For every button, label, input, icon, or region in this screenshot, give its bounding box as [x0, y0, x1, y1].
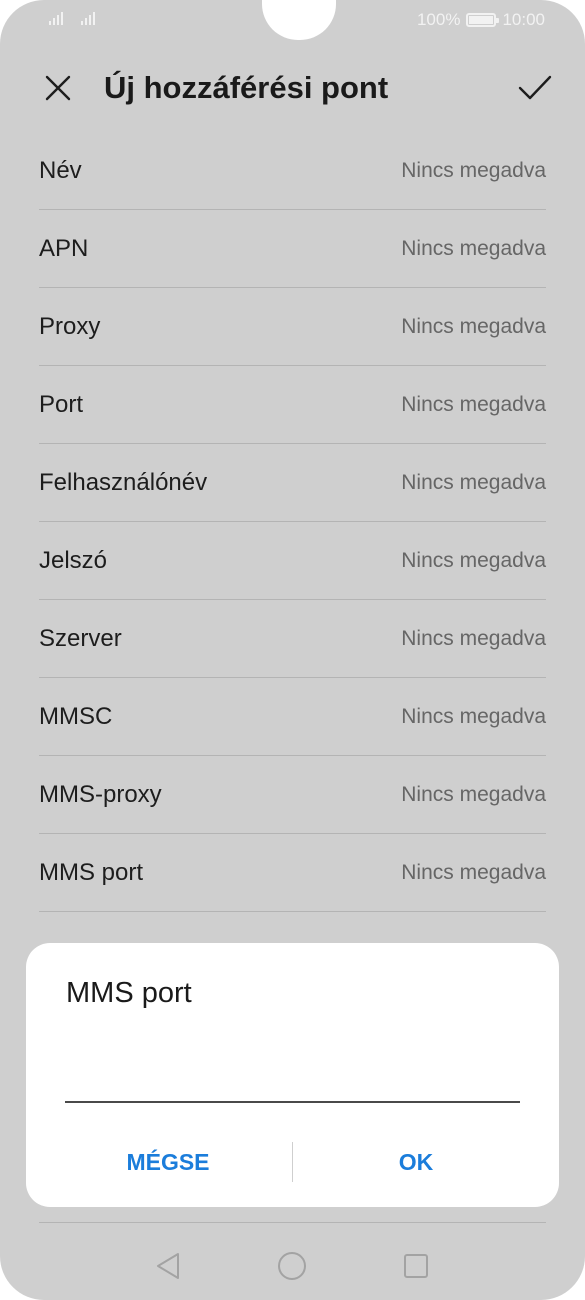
field-value: Nincs megadva [401, 392, 546, 416]
clock: 10:00 [502, 10, 545, 29]
page-title: Új hozzáférési pont [104, 70, 389, 105]
field-value: Nincs megadva [401, 782, 546, 806]
field-value: Nincs megadva [401, 314, 546, 338]
apn-settings-list: Név Nincs megadva APN Nincs megadva Prox… [39, 132, 546, 912]
field-value: Nincs megadva [401, 236, 546, 260]
status-right: 100% 10:00 [417, 10, 545, 30]
signal-icon [80, 10, 100, 26]
confirm-button[interactable] [513, 68, 557, 108]
signal-icon [48, 10, 68, 26]
button-divider [292, 1142, 293, 1182]
list-item[interactable]: Proxy Nincs megadva [39, 288, 546, 366]
home-circle-icon [278, 1252, 306, 1280]
nav-home-button[interactable] [274, 1248, 310, 1284]
list-item[interactable]: APN Nincs megadva [39, 210, 546, 288]
list-item[interactable]: MMS port Nincs megadva [39, 834, 546, 912]
mms-port-input[interactable] [65, 1055, 520, 1099]
app-bar: Új hozzáférési pont [0, 56, 585, 120]
field-label: Proxy [39, 312, 101, 340]
field-value: Nincs megadva [401, 158, 546, 182]
field-value: Nincs megadva [401, 470, 546, 494]
field-value: Nincs megadva [401, 548, 546, 572]
field-label: Jelszó [39, 546, 108, 574]
field-value: Nincs megadva [401, 626, 546, 650]
close-icon [45, 75, 71, 101]
nav-back-button[interactable] [150, 1248, 186, 1284]
field-label: Port [39, 390, 84, 418]
recent-square-icon [404, 1254, 428, 1278]
list-item[interactable]: MMSC Nincs megadva [39, 678, 546, 756]
dialog-title: MMS port [66, 977, 192, 1009]
field-label: MMS port [39, 858, 144, 886]
ok-button[interactable]: OK [296, 1137, 536, 1187]
list-item[interactable]: Név Nincs megadva [39, 132, 546, 210]
list-item[interactable]: Szerver Nincs megadva [39, 600, 546, 678]
field-label: MMS-proxy [39, 780, 162, 808]
field-value: Nincs megadva [401, 860, 546, 884]
check-icon [518, 75, 552, 100]
battery-icon [466, 13, 500, 27]
status-bar: 100% 10:00 [0, 0, 585, 40]
nav-recent-button[interactable] [398, 1248, 434, 1284]
divider [39, 1222, 546, 1223]
list-item[interactable]: MMS-proxy Nincs megadva [39, 756, 546, 834]
input-underline [65, 1101, 520, 1103]
list-item[interactable]: Felhasználónév Nincs megadva [39, 444, 546, 522]
close-button[interactable] [36, 68, 80, 108]
field-value: Nincs megadva [401, 704, 546, 728]
back-triangle-icon [157, 1253, 179, 1279]
battery-percent: 100% [416, 10, 461, 29]
field-label: Felhasználónév [39, 468, 208, 496]
list-item[interactable]: Jelszó Nincs megadva [39, 522, 546, 600]
field-label: MMSC [39, 702, 113, 730]
list-item[interactable]: Port Nincs megadva [39, 366, 546, 444]
cancel-button[interactable]: MÉGSE [48, 1137, 288, 1187]
field-label: Név [39, 156, 82, 184]
mms-port-dialog: MMS port MÉGSE OK [26, 943, 559, 1207]
field-label: Szerver [39, 624, 122, 652]
screen: 100% 10:00 Új hozzáférési pont Név Nincs… [0, 0, 585, 1300]
field-label: APN [39, 234, 89, 262]
